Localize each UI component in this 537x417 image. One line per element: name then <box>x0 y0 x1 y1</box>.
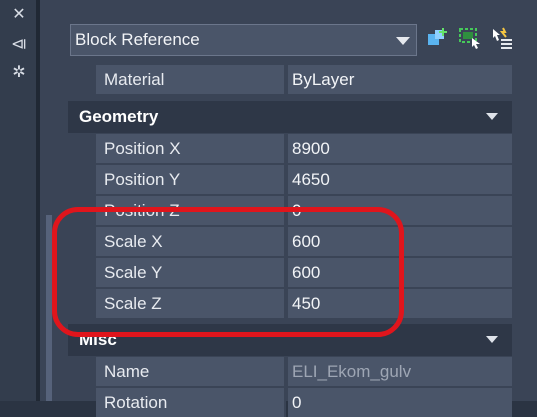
property-row-rotation[interactable]: Rotation 0 <box>96 388 512 417</box>
close-icon[interactable]: ✕ <box>10 6 28 24</box>
settings-icon[interactable]: ✲ <box>10 64 28 82</box>
property-value[interactable]: 0 <box>288 388 512 417</box>
row-gutter <box>68 357 96 401</box>
add-selected-icon[interactable] <box>426 26 450 50</box>
property-label: Name <box>96 357 286 386</box>
property-label: Position Y <box>96 165 286 194</box>
property-row-position-x[interactable]: Position X 8900 <box>96 134 512 163</box>
section-title: Geometry <box>79 107 159 126</box>
collapse-icon[interactable] <box>486 113 498 120</box>
property-label: Rotation <box>96 388 286 417</box>
property-value[interactable]: 4650 <box>288 165 512 194</box>
property-label: Material <box>96 65 286 94</box>
row-gutter <box>68 65 96 99</box>
property-row-name[interactable]: Name ELI_Ekom_gulv <box>96 357 512 386</box>
chevron-down-icon[interactable] <box>396 37 410 45</box>
highlight-annotation <box>52 207 404 337</box>
left-tool-strip <box>0 0 36 401</box>
property-value: ELI_Ekom_gulv <box>288 357 512 386</box>
property-label: Position X <box>96 134 286 163</box>
quick-select-icon[interactable] <box>458 26 482 50</box>
object-type-label: Block Reference <box>75 30 200 49</box>
auto-hide-icon[interactable]: ⧏ <box>10 36 28 54</box>
property-value[interactable]: ByLayer <box>288 65 512 94</box>
property-row-position-y[interactable]: Position Y 4650 <box>96 165 512 194</box>
collapse-icon[interactable] <box>486 336 498 343</box>
select-objects-icon[interactable] <box>490 26 514 50</box>
property-row-material[interactable]: Material ByLayer <box>96 65 512 94</box>
section-geometry[interactable]: Geometry <box>68 101 512 133</box>
object-type-dropdown[interactable]: Block Reference <box>70 24 417 56</box>
property-value[interactable]: 8900 <box>288 134 512 163</box>
